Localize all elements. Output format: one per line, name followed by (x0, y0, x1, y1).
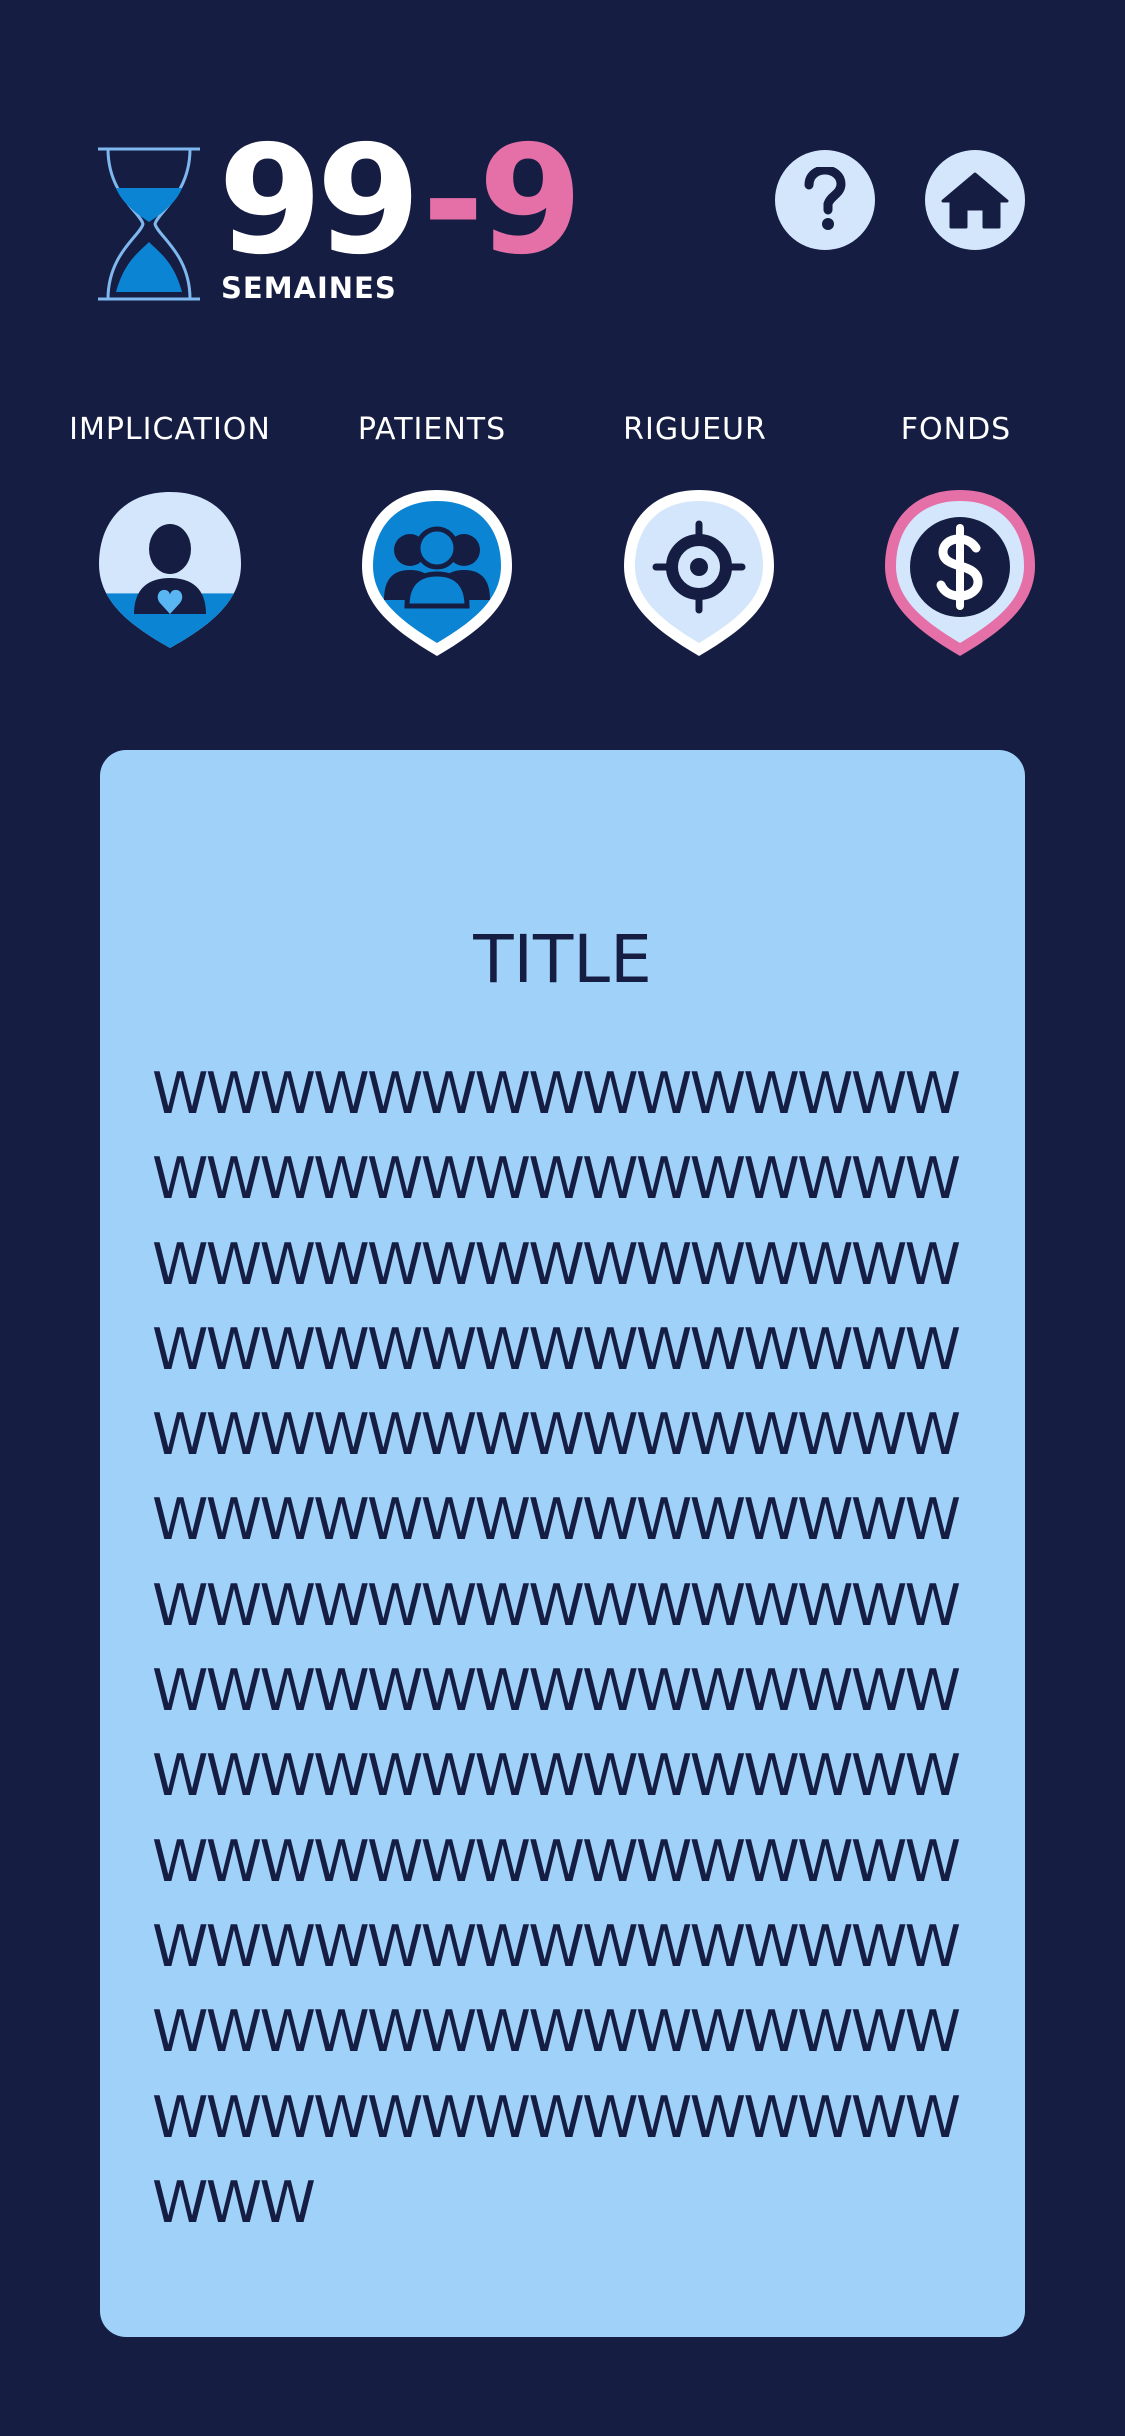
hourglass-icon (98, 147, 200, 301)
stat-label-rigueur: RIGUEUR (623, 412, 767, 447)
rigueur-gauge (624, 490, 774, 656)
implication-gauge (99, 492, 241, 648)
card-body-text: WWWWWWWWWWWWWWWWWWWWWWWWWWWWWWWWWWWWWWWW… (152, 1061, 961, 2236)
weeks-remaining-value: 99 (218, 114, 421, 288)
help-button[interactable] (775, 150, 875, 250)
stat-label-implication: IMPLICATION (69, 412, 271, 447)
stat-label-fonds: FONDS (900, 412, 1012, 447)
card-title: TITLE (473, 921, 652, 998)
stat-label-patients: PATIENTS (357, 412, 507, 447)
weeks-label: SEMAINES (221, 271, 397, 305)
fonds-gauge (885, 490, 1035, 656)
home-button[interactable] (925, 150, 1025, 250)
home-icon (941, 172, 1009, 229)
patients-gauge (362, 490, 512, 656)
game-screen: { "header": { "weeks_remaining": "99", "… (0, 0, 1125, 2436)
weeks-delta-value: -9 (422, 114, 583, 288)
question-mark-icon (804, 167, 846, 230)
dollar-coin-icon (910, 517, 1010, 617)
event-card[interactable]: TITLE WWWWWWWWWWWWWWWWWWWWWWWWWWWWWWWWWW… (100, 750, 1025, 2337)
